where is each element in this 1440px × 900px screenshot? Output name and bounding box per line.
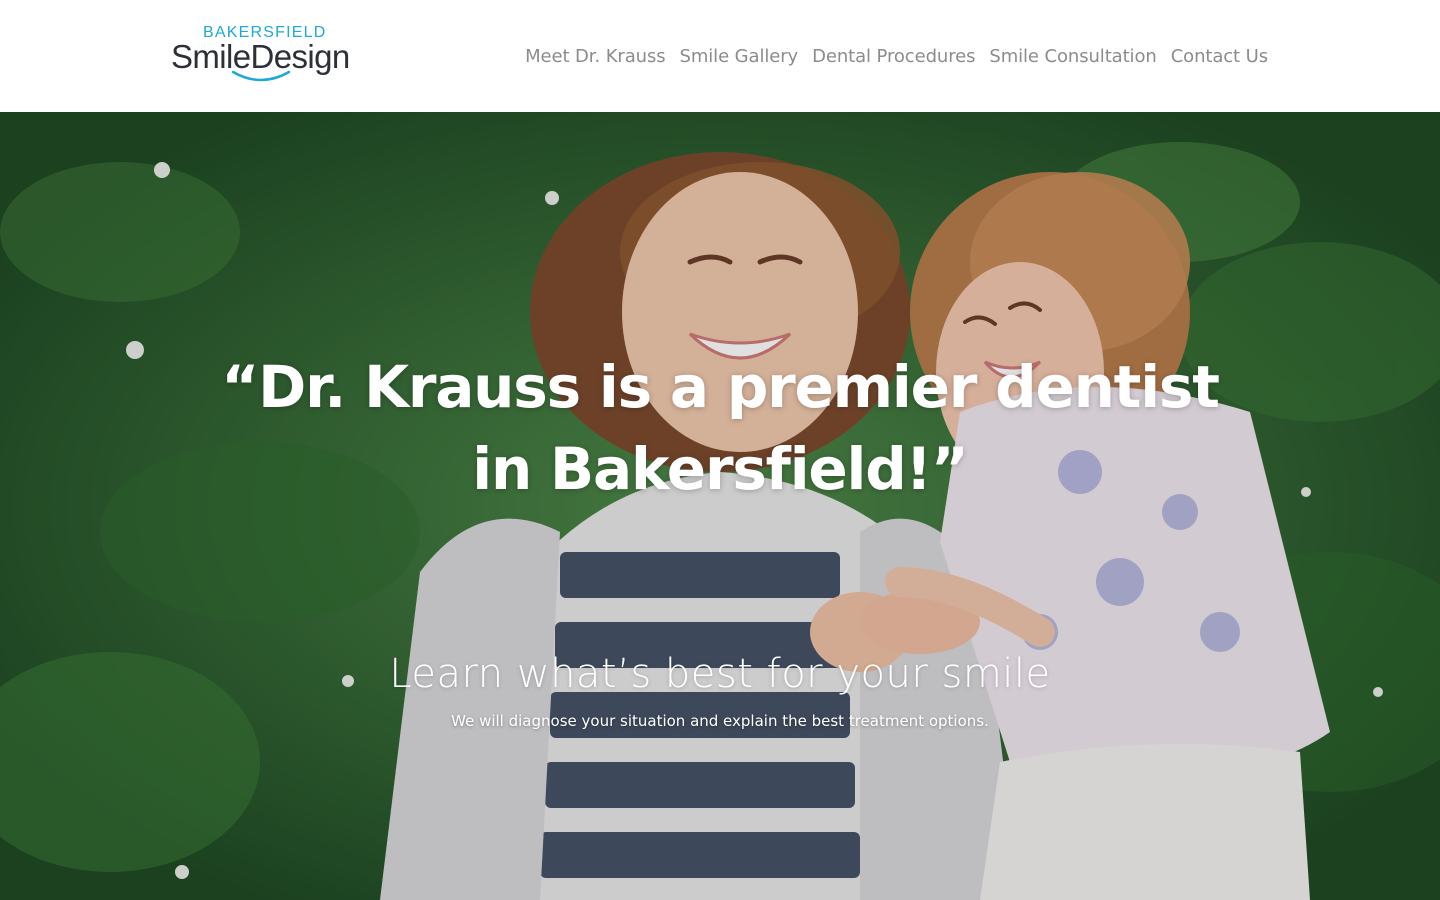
nav-meet-dr-krauss[interactable]: Meet Dr. Krauss	[525, 46, 666, 67]
nav-smile-consultation[interactable]: Smile Consultation	[989, 46, 1156, 67]
smile-arc-icon	[231, 70, 291, 82]
hero-description: We will diagnose your situation and expl…	[451, 712, 989, 730]
nav-dental-procedures[interactable]: Dental Procedures	[812, 46, 975, 67]
hero-section: “Dr. Krauss is a premier dentist in Bake…	[0, 112, 1440, 900]
nav-smile-gallery[interactable]: Smile Gallery	[680, 46, 799, 67]
hero-subheadline: Learn what’s best for your smile	[389, 651, 1051, 697]
nav-contact-us[interactable]: Contact Us	[1171, 46, 1268, 67]
site-header: BAKERSFIELD SmileDesign Meet Dr. Krauss …	[0, 0, 1440, 112]
main-nav: Meet Dr. Krauss Smile Gallery Dental Pro…	[525, 40, 1268, 72]
hero-headline: “Dr. Krauss is a premier dentist in Bake…	[221, 353, 1220, 503]
site-logo[interactable]: BAKERSFIELD SmileDesign	[171, 24, 361, 88]
